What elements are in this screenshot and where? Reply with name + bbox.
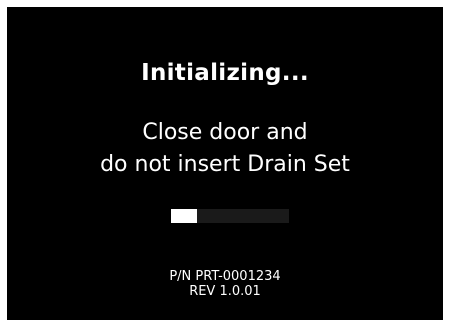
revision-number: REV 1.0.01 [189,284,261,299]
status-title: Initializing... [141,60,309,86]
progress-bar [171,209,289,223]
instruction-line-1: Close door and [142,120,308,145]
instruction-message: Close door and do not insert Drain Set [7,117,443,181]
version-info: P/N PRT-0001234 REV 1.0.01 [7,269,443,299]
device-screen: Initializing... Close door and do not in… [7,7,443,320]
instruction-line-2: do not insert Drain Set [100,152,350,177]
part-number: P/N PRT-0001234 [169,269,281,284]
progress-bar-fill [171,209,197,223]
